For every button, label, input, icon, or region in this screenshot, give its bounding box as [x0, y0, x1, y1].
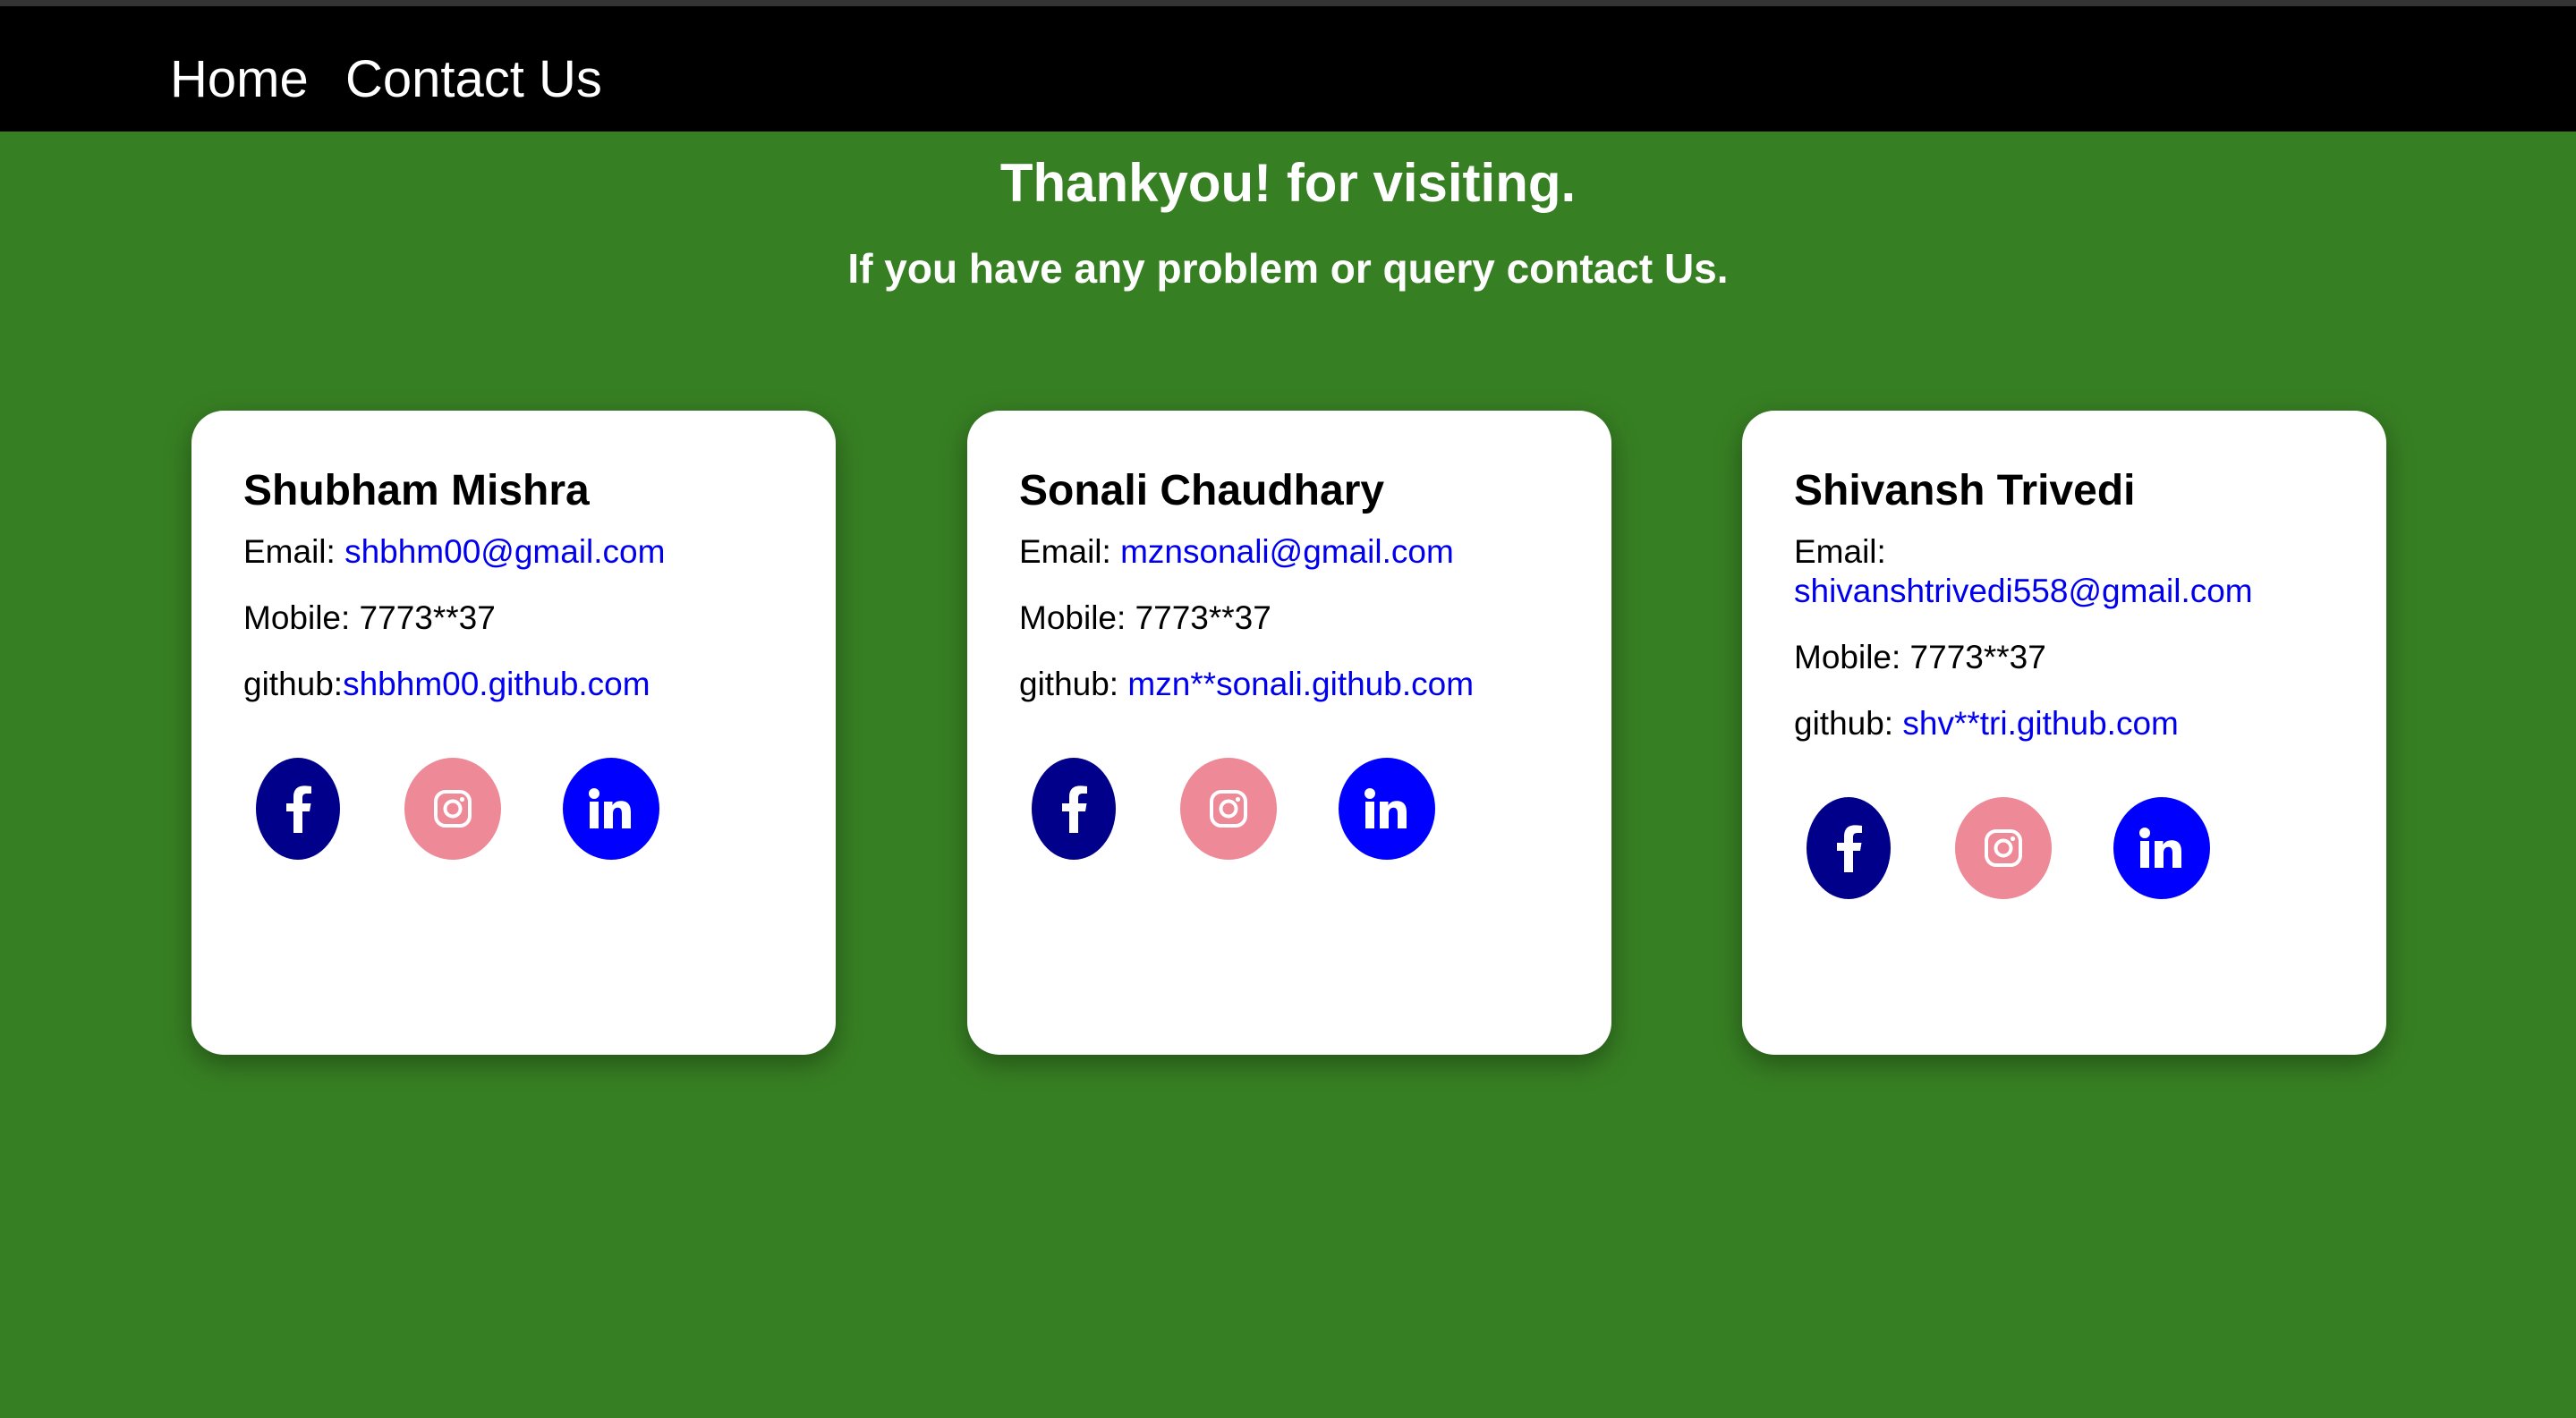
mobile-row: Mobile: 7773**37	[1019, 599, 1271, 636]
window-top-border	[0, 0, 2576, 6]
instagram-button[interactable]	[1955, 797, 2052, 899]
linkedin-button[interactable]	[2113, 797, 2210, 899]
linkedin-icon	[589, 788, 633, 829]
social-links	[1794, 797, 2334, 901]
github-label: github:	[1019, 666, 1128, 702]
mobile-row: Mobile: 7773**37	[1794, 639, 2046, 675]
nav-contact-link[interactable]: Contact Us	[345, 47, 602, 112]
linkedin-button[interactable]	[563, 758, 659, 860]
facebook-button[interactable]	[1807, 797, 1891, 899]
email-row: Email: shivanshtrivedi558@gmail.com	[1794, 532, 2334, 611]
email-link[interactable]: shbhm00@gmail.com	[344, 533, 665, 570]
github-label: github:	[1794, 705, 1903, 742]
instagram-icon	[1982, 827, 2025, 870]
contact-name: Shubham Mishra	[243, 467, 590, 514]
instagram-button[interactable]	[1180, 758, 1277, 860]
github-link[interactable]: shv**tri.github.com	[1902, 705, 2178, 742]
social-links	[1019, 758, 1560, 862]
github-link[interactable]: shbhm00.github.com	[343, 666, 650, 702]
contact-card-shivansh: Shivansh Trivedi Email: shivanshtrivedi55…	[1742, 411, 2386, 1055]
linkedin-icon	[2139, 828, 2184, 869]
navbar: Home Contact Us	[0, 6, 2576, 132]
facebook-button[interactable]	[1032, 758, 1116, 860]
github-row: github: mzn**sonali.github.com	[1019, 665, 1560, 704]
email-link[interactable]: mznsonali@gmail.com	[1120, 533, 1454, 570]
email-label: Email:	[1794, 533, 1886, 570]
email-label: Email:	[243, 533, 345, 570]
email-link[interactable]: shivanshtrivedi558@gmail.com	[1794, 572, 2334, 611]
page-title: Thankyou! for visiting.	[999, 153, 1577, 213]
email-row: Email: shbhm00@gmail.com	[243, 532, 784, 572]
email-row: Email: mznsonali@gmail.com	[1019, 532, 1560, 572]
instagram-icon	[1207, 787, 1250, 830]
github-link[interactable]: mzn**sonali.github.com	[1127, 666, 1474, 702]
contact-card-shubham: Shubham Mishra Email: shbhm00@gmail.com …	[191, 411, 836, 1055]
github-label: github:	[243, 666, 344, 702]
linkedin-icon	[1365, 788, 1409, 829]
mobile-row: Mobile: 7773**37	[243, 599, 496, 636]
facebook-icon	[1060, 785, 1087, 833]
github-row: github:shbhm00.github.com	[243, 665, 784, 704]
email-label: Email:	[1019, 533, 1121, 570]
nav-home-link[interactable]: Home	[170, 47, 309, 112]
instagram-icon	[431, 787, 474, 830]
social-links	[243, 758, 784, 862]
linkedin-button[interactable]	[1339, 758, 1435, 860]
facebook-icon	[285, 785, 311, 833]
github-row: github: shv**tri.github.com	[1794, 704, 2334, 743]
facebook-icon	[1835, 824, 1862, 872]
contact-name: Sonali Chaudhary	[1019, 467, 1385, 514]
facebook-button[interactable]	[256, 758, 340, 860]
contact-name: Shivansh Trivedi	[1794, 467, 2136, 514]
page-subtitle: If you have any problem or query contact…	[847, 245, 1729, 292]
instagram-button[interactable]	[404, 758, 501, 860]
contact-card-sonali: Sonali Chaudhary Email: mznsonali@gmail.…	[967, 411, 1611, 1055]
